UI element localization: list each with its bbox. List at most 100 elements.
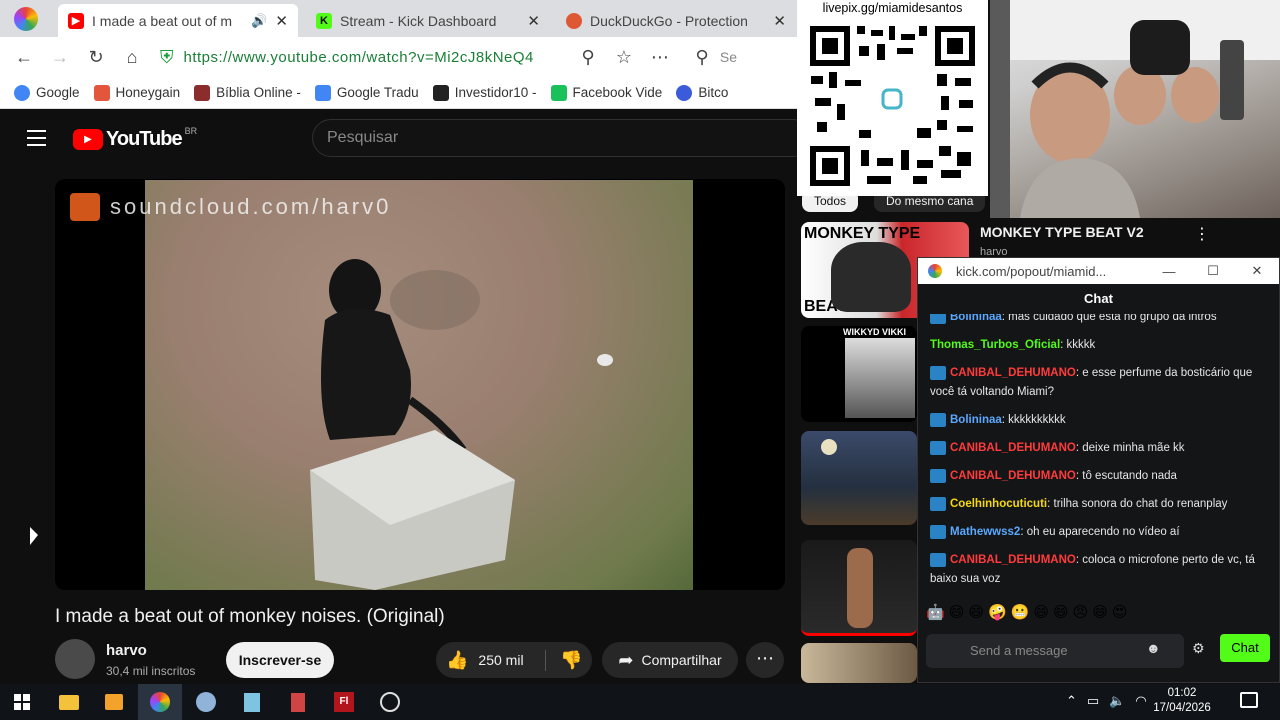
- bookmark-honeygain[interactable]: Honeygain: [93, 84, 180, 101]
- tab-duckduckgo[interactable]: DuckDuckGo - Protection ✕: [556, 4, 796, 37]
- emote-icon[interactable]: 🤖: [926, 603, 945, 625]
- chevron-up-icon[interactable]: ⌃: [1066, 693, 1077, 709]
- sidebar-kebab-icon[interactable]: ⋮: [1194, 224, 1210, 244]
- subscribe-button[interactable]: Inscrever-se: [226, 642, 334, 678]
- qr-label: livepix.gg/miamidesantos: [822, 1, 963, 15]
- bookmark-investidor10[interactable]: Investidor10 -: [432, 84, 537, 101]
- thumbs-down-icon: 👎: [560, 649, 583, 670]
- chat-message: CANIBAL_DEHUMANO: tô escutando nada: [930, 467, 1268, 486]
- taskbar-flash-app[interactable]: Fl: [322, 684, 366, 720]
- video-title: I made a beat out of monkey noises. (Ori…: [55, 606, 445, 627]
- bookmark-google-tradutor[interactable]: Google Tradu: [314, 84, 419, 101]
- close-tab-icon[interactable]: ✕: [527, 12, 540, 30]
- home-icon[interactable]: ⌂: [114, 47, 150, 68]
- star-icon[interactable]: ☆: [606, 47, 642, 68]
- channel-avatar[interactable]: [55, 639, 95, 679]
- forward-icon[interactable]: →: [42, 47, 78, 68]
- sidebar-thumbnail-5[interactable]: [801, 643, 917, 683]
- emote-icon[interactable]: 😬: [1011, 603, 1030, 625]
- close-tab-icon[interactable]: ✕: [275, 12, 288, 30]
- channel-name[interactable]: harvo: [106, 642, 147, 659]
- wifi-icon[interactable]: ◠: [1135, 693, 1146, 709]
- qr-code-image: [810, 26, 975, 186]
- share-button[interactable]: ➦ Compartilhar: [602, 642, 738, 678]
- system-tray: ⌃ ▭ 🔈 ◠: [1066, 693, 1147, 709]
- maximize-icon[interactable]: ☐: [1191, 263, 1235, 279]
- search-field-partial[interactable]: Se: [720, 49, 737, 65]
- taskbar-media-app[interactable]: [92, 684, 136, 720]
- address-bar[interactable]: https://www.youtube.com/watch?v=Mi2cJ8kN…: [184, 49, 534, 66]
- emote-icon[interactable]: 😄: [968, 603, 984, 625]
- chat-header: Chat: [1084, 291, 1113, 306]
- shield-icon[interactable]: ⛨: [160, 47, 174, 68]
- youtube-logo[interactable]: ▶ YouTube BR: [73, 126, 197, 151]
- monkey-thumbnail-image: [831, 242, 911, 312]
- back-icon[interactable]: ←: [6, 47, 42, 68]
- emote-icon[interactable]: 😄: [1033, 603, 1049, 625]
- youtube-search-input[interactable]: Pesquisar: [312, 119, 812, 157]
- sidebar-thumbnail-2[interactable]: WIKKYD VIKKI: [801, 326, 917, 422]
- tab-youtube[interactable]: ▶ I made a beat out of m 🔊 ✕: [58, 4, 298, 37]
- soundcloud-watermark: soundcloud.com/harv0: [70, 193, 391, 221]
- badge-icon: [930, 524, 946, 539]
- emote-icon[interactable]: 😄: [949, 603, 965, 625]
- volume-icon[interactable]: 🔈: [1109, 693, 1125, 709]
- taskbar-file-explorer[interactable]: [47, 684, 91, 720]
- taskbar-browser[interactable]: [138, 684, 182, 720]
- bookmark-facebook-video[interactable]: Facebook Vide: [550, 84, 662, 101]
- reload-icon[interactable]: ↻: [78, 47, 114, 68]
- zoom-icon[interactable]: ⚲: [570, 47, 606, 68]
- taskbar-app-4[interactable]: [184, 684, 228, 720]
- browser-logo-icon[interactable]: [14, 7, 38, 31]
- translate-icon: [314, 84, 331, 101]
- badge-icon: [930, 552, 946, 567]
- emote-bar: 🤖 😄 😄 🤪 😬 😄 😄 😠 😄 😍: [926, 603, 1276, 625]
- browser-icon: [150, 692, 170, 712]
- chat-message: Bolininaa: mas cuidado que esta no grupo…: [930, 314, 1268, 327]
- emote-icon[interactable]: 😄: [1092, 603, 1108, 625]
- sidebar-video-title[interactable]: MONKEY TYPE BEAT V2: [980, 224, 1144, 240]
- emote-icon[interactable]: 🤪: [988, 603, 1007, 625]
- bookmark-biblia[interactable]: Bíblia Online -: [194, 84, 301, 101]
- folder-icon: [59, 694, 79, 710]
- network-device-icon[interactable]: ▭: [1087, 693, 1099, 709]
- search-icon[interactable]: ⚲: [684, 47, 720, 68]
- sidebar-thumbnail-3[interactable]: [801, 431, 917, 525]
- tab-kick-dashboard[interactable]: K Stream - Kick Dashboard ✕: [306, 4, 550, 37]
- soundcloud-logo-icon: [70, 193, 100, 221]
- bookmark-bitcoin[interactable]: Bitco: [676, 84, 728, 101]
- chat-settings-icon[interactable]: ⚙: [1192, 640, 1205, 657]
- close-tab-icon[interactable]: ✕: [773, 12, 786, 30]
- minimize-icon[interactable]: —: [1147, 264, 1191, 279]
- taskbar-obs[interactable]: [368, 684, 412, 720]
- youtube-favicon-icon: ▶: [68, 12, 84, 29]
- notification-icon[interactable]: [1240, 692, 1258, 708]
- video-frame[interactable]: [145, 180, 693, 590]
- like-dislike-bar: 👍 250 mil 👎: [436, 642, 592, 678]
- start-button[interactable]: [0, 684, 44, 720]
- chat-send-button[interactable]: Chat: [1220, 634, 1270, 662]
- emote-icon[interactable]: 😄: [1053, 603, 1069, 625]
- bookmark-google[interactable]: Google: [14, 84, 80, 101]
- badge-icon: [930, 496, 946, 511]
- emote-icon[interactable]: 😍: [1112, 603, 1128, 625]
- badge-icon: [930, 314, 946, 324]
- speaker-icon[interactable]: 🔊: [251, 13, 267, 29]
- emoji-picker-icon[interactable]: ☻: [1146, 640, 1161, 656]
- calculator-icon: [291, 692, 305, 712]
- share-icon: ➦: [618, 649, 634, 670]
- more-menu-icon[interactable]: ⋯: [642, 47, 678, 68]
- dislike-button[interactable]: 👎: [546, 650, 582, 671]
- taskbar-calculator[interactable]: [276, 684, 320, 720]
- windows-logo-icon: [14, 694, 30, 710]
- taskbar-clock[interactable]: 01:02 17/04/2026: [1152, 686, 1212, 716]
- kick-favicon-icon: K: [316, 12, 332, 29]
- more-actions-button[interactable]: ⋯: [746, 642, 784, 678]
- like-button[interactable]: 👍 250 mil: [436, 649, 546, 671]
- sidebar-thumbnail-4[interactable]: [801, 540, 917, 636]
- close-window-icon[interactable]: ✕: [1235, 263, 1279, 279]
- hamburger-menu-icon[interactable]: [27, 130, 46, 146]
- taskbar-app-5[interactable]: [230, 684, 274, 720]
- badge-icon: [930, 365, 946, 380]
- emote-icon[interactable]: 😠: [1073, 603, 1089, 625]
